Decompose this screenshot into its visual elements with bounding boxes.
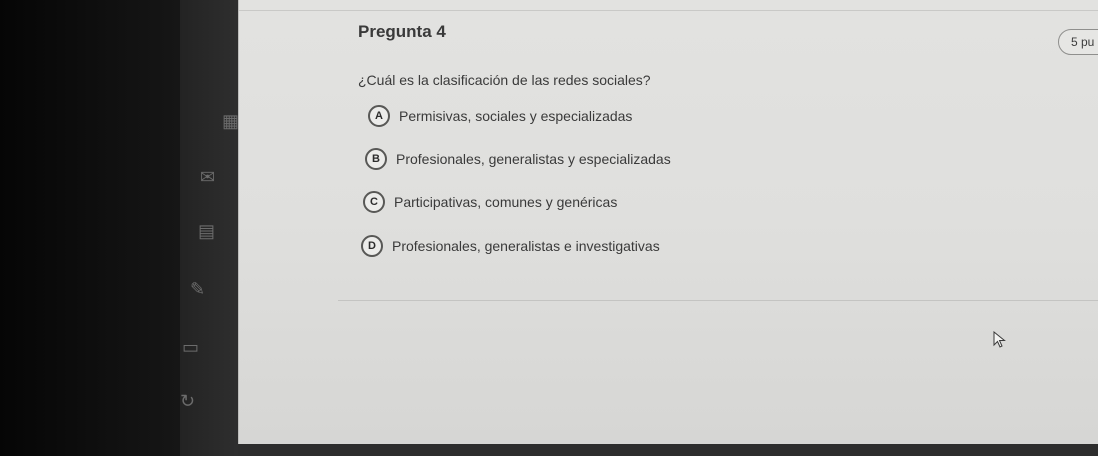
document-icon[interactable]: ▤ <box>198 222 215 240</box>
option-b-letter[interactable]: B <box>365 148 387 170</box>
option-d[interactable]: D Profesionales, generalistas e investig… <box>361 235 660 257</box>
option-a-text[interactable]: Permisivas, sociales y especializadas <box>399 108 632 124</box>
chat-icon[interactable]: ▭ <box>182 338 199 356</box>
mail-icon[interactable]: ✉ <box>200 168 215 186</box>
option-d-text[interactable]: Profesionales, generalistas e investigat… <box>392 238 660 254</box>
points-badge: 5 pu <box>1058 29 1098 55</box>
option-c-letter[interactable]: C <box>363 191 385 213</box>
section-divider <box>338 300 1098 301</box>
option-c-text[interactable]: Participativas, comunes y genéricas <box>394 194 617 210</box>
edit-icon[interactable]: ✎ <box>190 280 205 298</box>
refresh-icon[interactable]: ↻ <box>180 392 195 410</box>
option-b[interactable]: B Profesionales, generalistas y especial… <box>365 148 671 170</box>
option-b-text[interactable]: Profesionales, generalistas y especializ… <box>396 151 671 167</box>
question-prompt: ¿Cuál es la clasificación de las redes s… <box>358 72 651 88</box>
question-title: Pregunta 4 <box>358 22 446 41</box>
option-a[interactable]: A Permisivas, sociales y especializadas <box>368 105 632 127</box>
option-d-letter[interactable]: D <box>361 235 383 257</box>
mouse-cursor-icon <box>993 331 1006 348</box>
option-a-letter[interactable]: A <box>368 105 390 127</box>
calendar-icon[interactable]: ▦ <box>222 112 239 130</box>
bottom-strip <box>238 444 1098 456</box>
question-panel <box>238 0 1098 444</box>
option-c[interactable]: C Participativas, comunes y genéricas <box>363 191 617 213</box>
